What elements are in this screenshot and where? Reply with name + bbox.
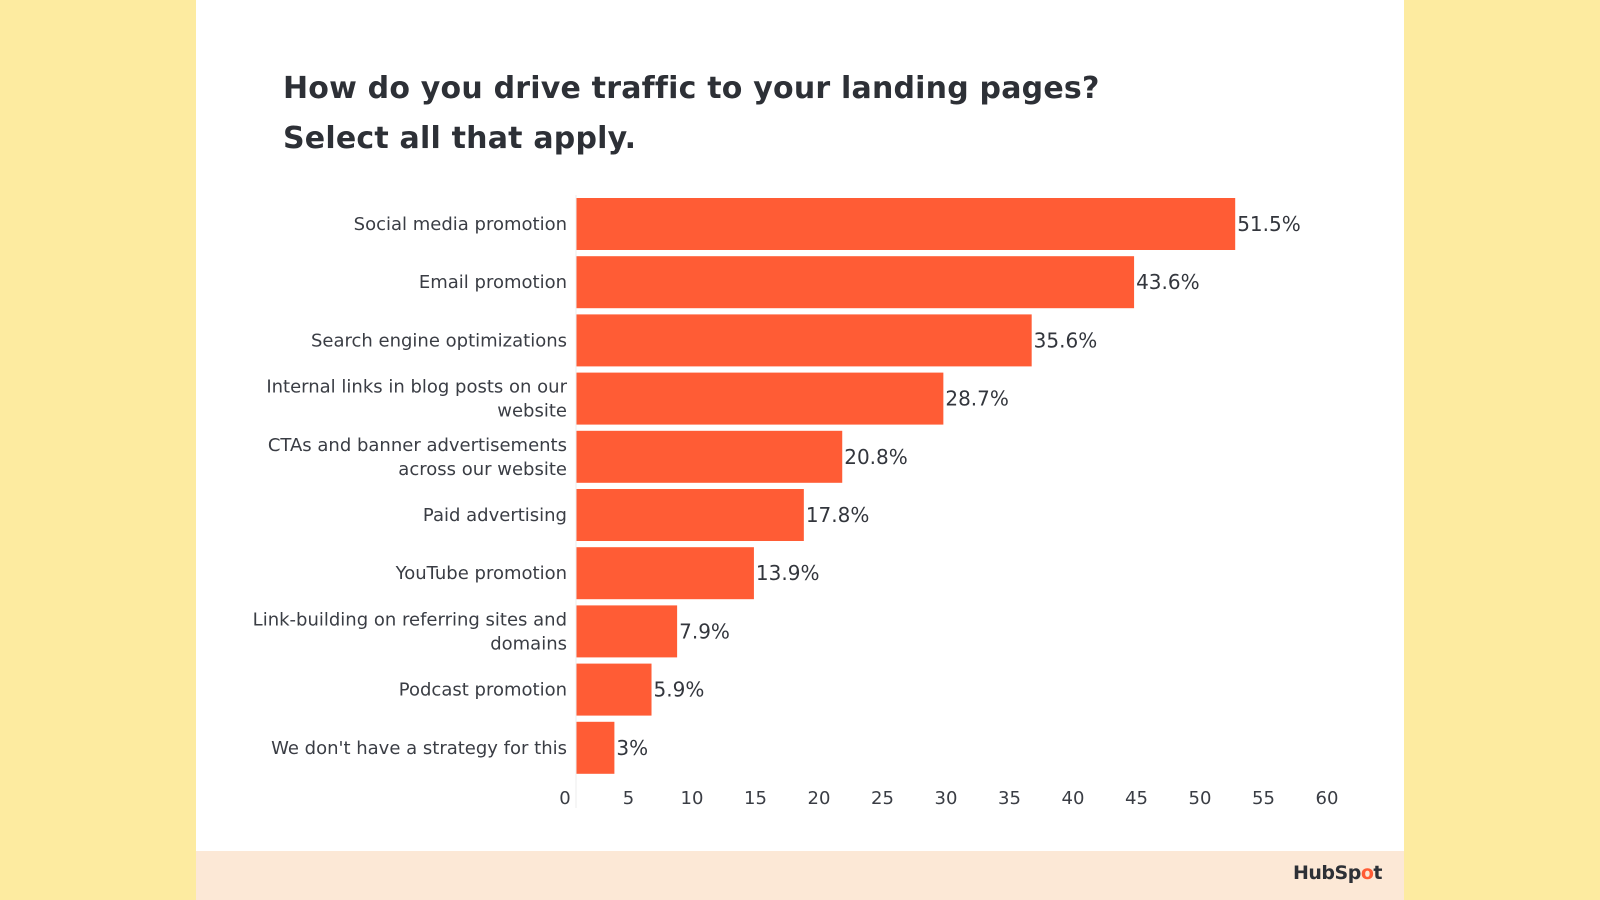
- category-label: YouTube promotion: [395, 563, 567, 584]
- category-label: We don't have a strategy for this: [271, 738, 567, 759]
- category-label-line: Social media promotion: [354, 214, 567, 235]
- category-label-line: Internal links in blog posts on our: [266, 377, 567, 398]
- x-tick-label: 10: [681, 788, 704, 809]
- category-label-line: Paid advertising: [423, 505, 567, 526]
- category-label-line: YouTube promotion: [395, 563, 567, 584]
- category-label: Podcast promotion: [399, 680, 567, 701]
- bar: [576, 721, 615, 774]
- category-label-line: We don't have a strategy for this: [271, 738, 567, 759]
- category-label: Link-building on referring sites and doma…: [253, 609, 567, 654]
- value-label: 28.7%: [945, 387, 1009, 411]
- value-label: 5.9%: [654, 678, 705, 702]
- x-tick-label: 0: [559, 788, 570, 809]
- category-label-line: across our website: [398, 459, 567, 480]
- bar: [576, 314, 1032, 367]
- value-label: 13.9%: [756, 561, 820, 585]
- x-tick-label: 60: [1316, 788, 1339, 809]
- hubspot-sprocket-icon: o: [1360, 862, 1374, 884]
- category-label: Paid advertising: [423, 505, 567, 526]
- category-label: Email promotion: [419, 272, 567, 293]
- value-label: 20.8%: [844, 445, 908, 469]
- value-label: 51.5%: [1237, 212, 1301, 236]
- x-tick-label: 25: [871, 788, 894, 809]
- logo-text-end: t: [1373, 862, 1382, 884]
- bar: [576, 256, 1135, 309]
- bar: [576, 547, 754, 600]
- value-label: 43.6%: [1136, 270, 1200, 294]
- bar: [576, 430, 843, 483]
- category-label-line: CTAs and banner advertisements: [268, 435, 567, 456]
- hubspot-logo: HubSpot: [1293, 862, 1382, 884]
- category-label: CTAs and banner advertisements across our…: [268, 435, 567, 480]
- value-label: 17.8%: [806, 503, 870, 527]
- category-label: Social media promotion: [354, 214, 567, 235]
- logo-text: HubSp: [1293, 862, 1361, 884]
- bar-chart: Social media promotion Email promotion Sea…: [253, 195, 1339, 809]
- category-label-line: Search engine optimizations: [311, 330, 567, 351]
- bar: [576, 198, 1236, 250]
- x-tick-label: 5: [623, 788, 634, 809]
- value-label: 35.6%: [1034, 328, 1098, 352]
- x-tick-label: 40: [1062, 788, 1085, 809]
- x-tick-label: 20: [808, 788, 831, 809]
- x-tick-label: 45: [1125, 788, 1148, 809]
- category-label: Internal links in blog posts on our websi…: [266, 377, 567, 422]
- x-tick-label: 50: [1189, 788, 1212, 809]
- category-label-line: Email promotion: [419, 272, 567, 293]
- value-label: 7.9%: [679, 619, 730, 643]
- bar: [576, 372, 944, 425]
- bar: [576, 605, 678, 658]
- category-labels-group: Social media promotion Email promotion Sea…: [253, 214, 568, 759]
- bar: [576, 489, 804, 541]
- x-tick-label: 30: [935, 788, 958, 809]
- category-label: Search engine optimizations: [311, 330, 567, 351]
- category-label-line: website: [497, 401, 567, 422]
- category-label-line: Link-building on referring sites and: [253, 609, 567, 630]
- bar: [576, 663, 652, 716]
- x-tick-label: 55: [1252, 788, 1275, 809]
- category-label-line: domains: [490, 633, 567, 654]
- category-label-line: Podcast promotion: [399, 680, 567, 701]
- x-tick-label: 35: [998, 788, 1021, 809]
- value-label: 3%: [616, 736, 648, 760]
- x-tick-label: 15: [744, 788, 767, 809]
